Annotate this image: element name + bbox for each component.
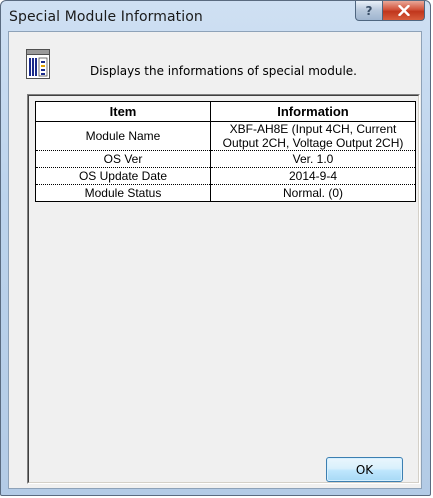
column-header-information: Information (210, 101, 416, 122)
cell-item-module-status: Module Status (35, 184, 211, 202)
module-name-line-1: XBF-AH8E (Input 4CH, Current (229, 122, 397, 136)
special-module-info-dialog: Special Module Information ? Displays th… (0, 0, 431, 496)
info-panel: Item Information Module Name XBF-AH8E (I… (27, 94, 420, 484)
title-bar[interactable]: Special Module Information ? (1, 1, 430, 31)
ok-button[interactable]: OK (326, 457, 403, 482)
help-button[interactable]: ? (355, 1, 383, 21)
close-button[interactable] (382, 1, 425, 21)
cell-item-module-name: Module Name (35, 121, 211, 151)
window-title: Special Module Information (9, 9, 203, 25)
cell-item-os-update-date: OS Update Date (35, 167, 211, 185)
close-icon (397, 5, 410, 16)
cell-info-os-update-date: 2014-9-4 (210, 167, 416, 185)
module-rack-icon (26, 49, 50, 79)
cell-info-module-status: Normal. (0) (210, 184, 416, 202)
dialog-body: Displays the informations of special mod… (8, 31, 422, 489)
cell-info-os-ver: Ver. 1.0 (210, 150, 416, 168)
table-row: Module Status Normal. (0) (35, 184, 416, 202)
info-table: Item Information Module Name XBF-AH8E (I… (35, 101, 416, 202)
table-row: OS Ver Ver. 1.0 (35, 150, 416, 168)
column-header-item: Item (35, 101, 211, 122)
cell-info-module-name: XBF-AH8E (Input 4CH, Current Output 2CH,… (210, 121, 416, 151)
description-text: Displays the informations of special mod… (90, 64, 357, 78)
table-row: OS Update Date 2014-9-4 (35, 167, 416, 185)
table-header-row: Item Information (35, 101, 416, 122)
table-row: Module Name XBF-AH8E (Input 4CH, Current… (35, 121, 416, 151)
cell-item-os-ver: OS Ver (35, 150, 211, 168)
module-name-line-2: Output 2CH, Voltage Output 2CH) (222, 136, 404, 150)
